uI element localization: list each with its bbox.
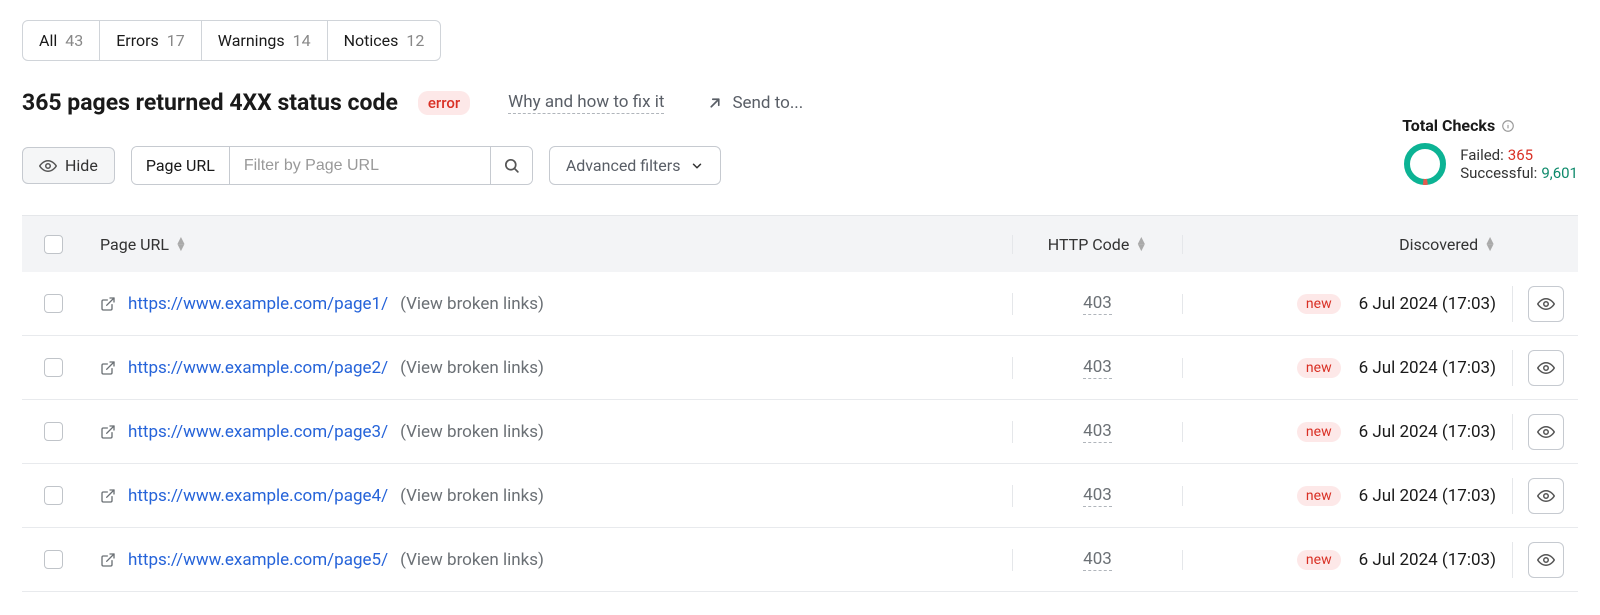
- external-link-icon[interactable]: [100, 488, 116, 504]
- hide-button[interactable]: Hide: [22, 147, 115, 184]
- http-code-value: 403: [1083, 549, 1112, 571]
- view-broken-links[interactable]: (View broken links): [400, 294, 544, 314]
- checks-donut-chart: [1402, 141, 1448, 187]
- eye-icon: [1537, 295, 1555, 313]
- filter-field-label[interactable]: Page URL: [132, 147, 230, 184]
- page-title: 365 pages returned 4XX status code: [22, 89, 398, 116]
- new-badge: new: [1297, 550, 1341, 570]
- external-link-icon[interactable]: [100, 552, 116, 568]
- column-page-url[interactable]: Page URL: [100, 235, 169, 254]
- new-badge: new: [1297, 358, 1341, 378]
- view-broken-links[interactable]: (View broken links): [400, 550, 544, 570]
- page-url-link[interactable]: https://www.example.com/page3/: [128, 422, 388, 442]
- severity-badge: error: [418, 91, 470, 115]
- view-details-button[interactable]: [1528, 478, 1564, 514]
- view-details-button[interactable]: [1528, 414, 1564, 450]
- info-icon[interactable]: [1501, 119, 1515, 133]
- view-details-button[interactable]: [1528, 286, 1564, 322]
- row-checkbox[interactable]: [44, 294, 63, 313]
- view-broken-links[interactable]: (View broken links): [400, 486, 544, 506]
- table-row: https://www.example.com/page1/ (View bro…: [22, 272, 1578, 336]
- tab-count: 12: [406, 31, 424, 50]
- failed-label: Failed:: [1460, 146, 1504, 164]
- share-arrow-icon: [706, 94, 724, 112]
- discovered-date: 6 Jul 2024 (17:03): [1359, 486, 1496, 506]
- page-url-link[interactable]: https://www.example.com/page1/: [128, 294, 388, 314]
- sort-icon[interactable]: ▲▼: [1135, 237, 1147, 251]
- tab-errors[interactable]: Errors 17: [100, 21, 202, 60]
- eye-icon: [1537, 487, 1555, 505]
- tab-warnings[interactable]: Warnings 14: [202, 21, 328, 60]
- successful-value: 9,601: [1541, 164, 1578, 182]
- row-checkbox[interactable]: [44, 422, 63, 441]
- tab-label: Errors: [116, 31, 159, 50]
- failed-value: 365: [1508, 146, 1533, 164]
- external-link-icon[interactable]: [100, 296, 116, 312]
- external-link-icon[interactable]: [100, 424, 116, 440]
- eye-icon: [1537, 359, 1555, 377]
- advanced-filters-label: Advanced filters: [566, 156, 681, 175]
- send-to-label: Send to...: [732, 93, 803, 113]
- hide-label: Hide: [65, 156, 98, 175]
- discovered-date: 6 Jul 2024 (17:03): [1359, 422, 1496, 442]
- total-checks-title: Total Checks: [1402, 116, 1495, 135]
- table-row: https://www.example.com/page5/ (View bro…: [22, 528, 1578, 592]
- table-header: Page URL ▲▼ HTTP Code ▲▼ Discovered ▲▼: [22, 216, 1578, 272]
- view-details-button[interactable]: [1528, 542, 1564, 578]
- page-url-link[interactable]: https://www.example.com/page2/: [128, 358, 388, 378]
- tab-label: Warnings: [218, 31, 285, 50]
- table-row: https://www.example.com/page4/ (View bro…: [22, 464, 1578, 528]
- table-row: https://www.example.com/page3/ (View bro…: [22, 400, 1578, 464]
- discovered-date: 6 Jul 2024 (17:03): [1359, 294, 1496, 314]
- tab-notices[interactable]: Notices 12: [328, 21, 441, 60]
- tab-label: All: [39, 31, 57, 50]
- view-details-button[interactable]: [1528, 350, 1564, 386]
- discovered-date: 6 Jul 2024 (17:03): [1359, 550, 1496, 570]
- eye-icon: [1537, 423, 1555, 441]
- tab-label: Notices: [344, 31, 399, 50]
- new-badge: new: [1297, 422, 1341, 442]
- row-checkbox[interactable]: [44, 486, 63, 505]
- tab-count: 14: [293, 31, 311, 50]
- column-discovered[interactable]: Discovered: [1399, 235, 1478, 254]
- http-code-value: 403: [1083, 357, 1112, 379]
- external-link-icon[interactable]: [100, 360, 116, 376]
- http-code-value: 403: [1083, 421, 1112, 443]
- advanced-filters-button[interactable]: Advanced filters: [549, 146, 722, 185]
- discovered-date: 6 Jul 2024 (17:03): [1359, 358, 1496, 378]
- http-code-value: 403: [1083, 485, 1112, 507]
- url-filter-input[interactable]: [230, 147, 490, 184]
- column-http-code[interactable]: HTTP Code: [1048, 235, 1130, 254]
- table-row: https://www.example.com/page2/ (View bro…: [22, 336, 1578, 400]
- http-code-value: 403: [1083, 293, 1112, 315]
- page-url-link[interactable]: https://www.example.com/page5/: [128, 550, 388, 570]
- tab-count: 43: [65, 31, 83, 50]
- eye-icon: [1537, 551, 1555, 569]
- select-all-checkbox[interactable]: [44, 235, 63, 254]
- search-icon: [503, 157, 520, 174]
- page-url-link[interactable]: https://www.example.com/page4/: [128, 486, 388, 506]
- new-badge: new: [1297, 294, 1341, 314]
- total-checks-widget: Total Checks Failed: 365 Succes: [1402, 116, 1578, 187]
- issue-severity-tabs: All 43 Errors 17 Warnings 14 Notices 12: [22, 20, 441, 61]
- how-to-fix-link[interactable]: Why and how to fix it: [508, 92, 664, 114]
- sort-icon[interactable]: ▲▼: [1484, 237, 1496, 251]
- issues-table: Page URL ▲▼ HTTP Code ▲▼ Discovered ▲▼ h…: [22, 215, 1578, 592]
- sort-icon[interactable]: ▲▼: [175, 237, 187, 251]
- chevron-down-icon: [690, 159, 704, 173]
- search-button[interactable]: [490, 147, 532, 184]
- tab-count: 17: [167, 31, 185, 50]
- row-checkbox[interactable]: [44, 358, 63, 377]
- row-checkbox[interactable]: [44, 550, 63, 569]
- tab-all[interactable]: All 43: [23, 21, 100, 60]
- view-broken-links[interactable]: (View broken links): [400, 358, 544, 378]
- url-filter-group: Page URL: [131, 146, 533, 185]
- view-broken-links[interactable]: (View broken links): [400, 422, 544, 442]
- eye-icon: [39, 157, 57, 175]
- send-to-button[interactable]: Send to...: [706, 93, 803, 113]
- new-badge: new: [1297, 486, 1341, 506]
- successful-label: Successful:: [1460, 164, 1537, 182]
